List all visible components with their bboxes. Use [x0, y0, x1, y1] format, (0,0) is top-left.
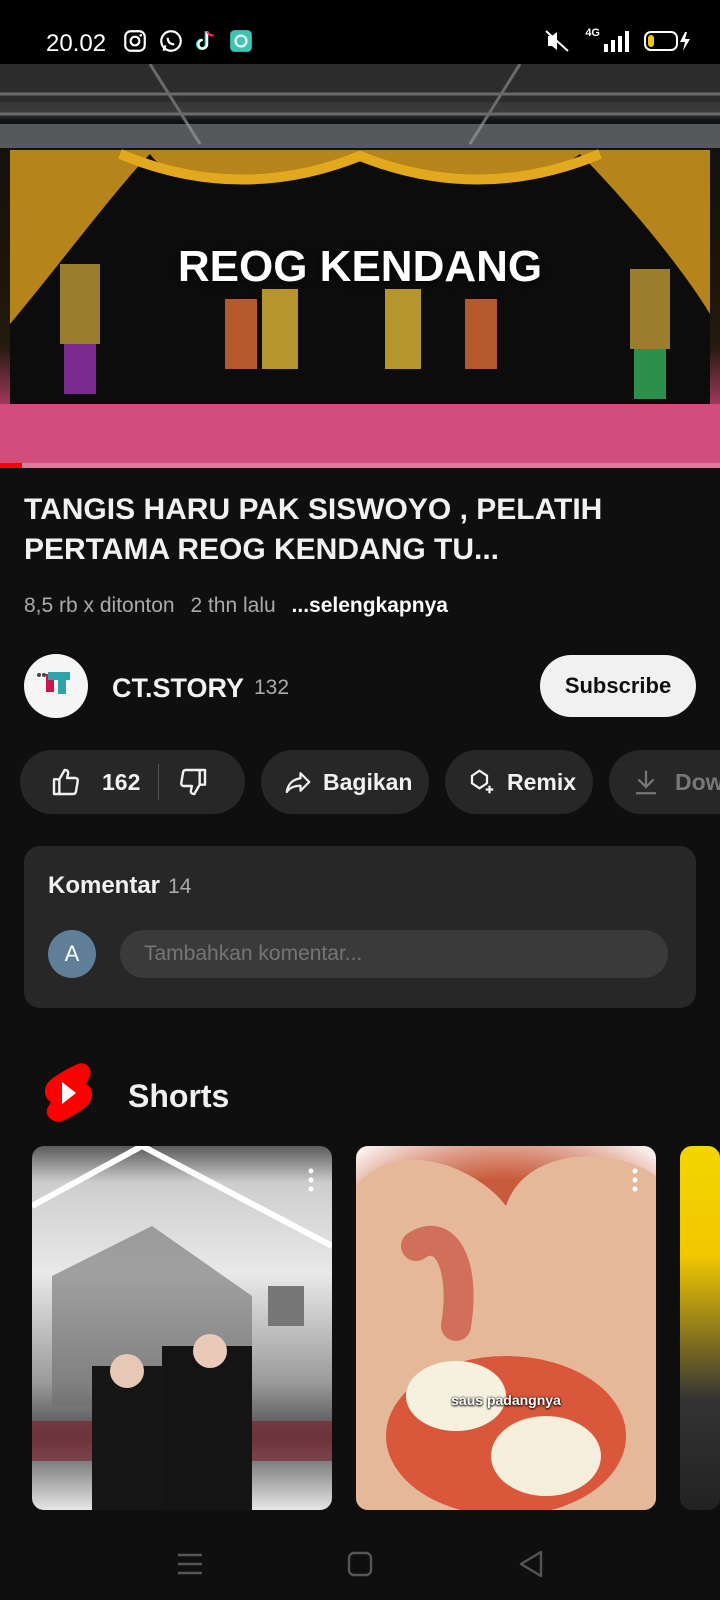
whatsapp-icon: [160, 30, 182, 52]
remix-icon: [470, 769, 494, 794]
user-avatar: A: [48, 930, 96, 978]
download-label: Download: [675, 768, 720, 795]
more-options-icon[interactable]: [308, 1168, 314, 1192]
like-dislike-pill: 162: [20, 750, 245, 814]
channel-row: CT.STORY 132 Subscribe: [24, 654, 696, 718]
signal-icon: [604, 31, 629, 52]
download-button[interactable]: Download: [609, 750, 720, 814]
short-thumbnail: [356, 1156, 656, 1510]
video-overlay-text: REOG KENDANG: [177, 242, 543, 291]
short-card[interactable]: saus padangnya: [356, 1146, 656, 1510]
subscriber-count: 132: [254, 676, 290, 699]
comments-header: Komentar 14: [48, 872, 191, 900]
network-type: 4G: [585, 27, 600, 39]
menu-icon[interactable]: [176, 1552, 204, 1576]
action-row: 162 Bagikan Remix Download: [20, 750, 720, 814]
video-progress-bar[interactable]: [0, 463, 720, 468]
shorts-logo-icon: [44, 1063, 93, 1122]
remix-button[interactable]: Remix: [445, 750, 593, 814]
comments-title: Komentar: [48, 872, 161, 899]
back-icon[interactable]: [518, 1550, 544, 1578]
share-button[interactable]: Bagikan: [261, 750, 429, 814]
remix-label: Remix: [507, 768, 577, 795]
battery-icon: [644, 31, 690, 51]
channel-name[interactable]: CT.STORY: [112, 673, 244, 704]
tiktok-icon: [196, 30, 214, 50]
download-icon: [636, 770, 656, 795]
status-time: 20.02: [46, 30, 107, 57]
channel-logo: [37, 672, 70, 694]
more-options-icon[interactable]: [632, 1168, 638, 1192]
show-more-link[interactable]: ...selengkapnya: [292, 594, 448, 617]
upload-age: 2 thn lalu: [190, 594, 276, 617]
thumb-down-icon: [180, 768, 207, 796]
video-meta[interactable]: 8,5 rb x ditonton 2 thn lalu ...selengka…: [24, 594, 448, 618]
shorts-title: Shorts: [128, 1078, 230, 1114]
short-card[interactable]: [680, 1146, 720, 1510]
short-thumbnail: [32, 1146, 332, 1510]
channel-avatar[interactable]: [24, 654, 88, 718]
comments-panel[interactable]: Komentar 14 A: [24, 846, 696, 1008]
instagram-icon: [124, 30, 146, 52]
mute-icon: [545, 30, 569, 52]
home-icon[interactable]: [347, 1551, 373, 1577]
video-title[interactable]: TANGIS HARU PAK SISWOYO , PELATIH PERTAM…: [24, 490, 700, 570]
app-notification-icon: [230, 30, 252, 52]
status-bar: 20.02 4G: [0, 0, 720, 64]
subscribe-button[interactable]: Subscribe: [540, 655, 696, 717]
shorts-header: Shorts: [42, 1062, 342, 1132]
share-icon: [285, 772, 311, 794]
like-count: 162: [102, 768, 141, 795]
comment-input[interactable]: [120, 930, 668, 978]
like-divider: [158, 764, 160, 800]
view-count: 8,5 rb x ditonton: [24, 594, 175, 617]
like-button[interactable]: 162: [20, 766, 140, 798]
system-navigation-bar: [0, 1510, 720, 1600]
thumb-up-icon: [52, 768, 79, 796]
short-card[interactable]: [32, 1146, 332, 1510]
video-progress-played: [0, 463, 22, 468]
short-caption: saus padangnya: [451, 1392, 561, 1408]
video-player[interactable]: REOG KENDANG: [0, 64, 720, 468]
dislike-button[interactable]: [177, 766, 209, 798]
share-label: Bagikan: [323, 768, 413, 795]
comments-count: 14: [168, 875, 192, 898]
